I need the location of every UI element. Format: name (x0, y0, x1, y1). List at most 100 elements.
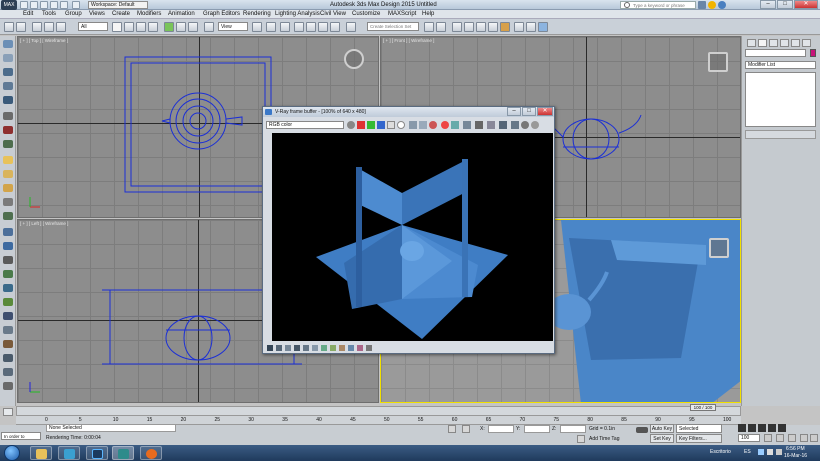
tool-icon-3[interactable] (3, 68, 13, 76)
undo-icon[interactable] (50, 1, 58, 9)
menu-customize[interactable]: Customize (352, 10, 380, 19)
display-tab-icon[interactable] (791, 39, 800, 47)
previous-frame-icon[interactable] (748, 424, 756, 432)
modifier-stack[interactable] (745, 72, 816, 127)
auto-key-button[interactable]: Auto Key (650, 424, 674, 433)
vfb-channel-dropdown[interactable]: RGB color (266, 121, 344, 129)
tool-icon-18[interactable] (3, 284, 13, 292)
viewport-left-label[interactable]: [ + ] [ Left ] [ Wireframe ] (20, 221, 68, 226)
rectangular-selection-icon[interactable] (136, 22, 146, 32)
menu-create[interactable]: Create (112, 10, 130, 19)
motion-tab-icon[interactable] (780, 39, 789, 47)
move-icon[interactable] (164, 22, 174, 32)
minimize-button[interactable]: – (760, 0, 776, 9)
vfb-region-icon[interactable] (463, 121, 471, 129)
close-button[interactable]: ✕ (794, 0, 818, 9)
tool-icon-17[interactable] (3, 270, 13, 278)
menu-graph-editors[interactable]: Graph Editors (203, 10, 240, 19)
vfb-minimize-button[interactable]: – (507, 107, 521, 116)
select-manipulate-icon[interactable] (266, 22, 276, 32)
rotate-icon[interactable] (176, 22, 186, 32)
render-setup-icon[interactable] (514, 22, 524, 32)
pivot-center-icon[interactable] (252, 22, 262, 32)
tool-icon-22[interactable] (3, 340, 13, 348)
go-to-end-icon[interactable] (778, 424, 786, 432)
viewport-front-label[interactable]: [ + ] [ Front ] [ Wireframe ] (383, 38, 434, 43)
vray-frame-buffer-window[interactable]: V-Ray frame buffer - [100% of 640 x 480]… (262, 106, 555, 354)
snaps-toggle-icon[interactable] (294, 22, 304, 32)
tray-icon-1[interactable] (758, 449, 764, 455)
schematic-view-icon[interactable] (488, 22, 498, 32)
tray-network-icon[interactable] (767, 449, 773, 455)
play-icon[interactable] (758, 424, 766, 432)
select-by-name-icon[interactable] (124, 22, 134, 32)
key-selection-dropdown[interactable]: Selected (676, 424, 722, 433)
time-config-icon[interactable] (764, 434, 772, 442)
start-button[interactable] (4, 445, 20, 461)
hierarchy-tab-icon[interactable] (769, 39, 778, 47)
clock-time[interactable]: 6:56 PM (786, 446, 805, 452)
tool-icon-8[interactable] (3, 140, 13, 148)
taskbar-photoshop-button[interactable] (86, 446, 108, 460)
tool-icon-10[interactable] (3, 170, 13, 178)
vfb-render-image[interactable] (272, 133, 553, 341)
menu-maxscript[interactable]: MAXScript (388, 10, 416, 19)
menu-help[interactable]: Help (422, 10, 434, 19)
material-editor-icon[interactable] (500, 22, 510, 32)
render-production-icon[interactable] (538, 22, 548, 32)
taskbar-3dsmax-button[interactable] (112, 446, 134, 460)
vfb-mono-icon[interactable] (397, 121, 405, 129)
save-file-icon[interactable] (40, 1, 48, 9)
modifier-list-dropdown[interactable]: Modifier List (745, 61, 816, 69)
absolute-mode-icon[interactable] (462, 425, 470, 433)
current-frame-field[interactable]: 100 (738, 434, 760, 442)
application-menu-button[interactable]: MAX (1, 0, 17, 10)
tool-icon-21[interactable] (3, 326, 13, 334)
next-frame-icon[interactable] (768, 424, 776, 432)
spinner-snap-icon[interactable] (330, 22, 340, 32)
key-filters-button[interactable]: Key Filters... (676, 434, 722, 443)
vfb-color-corrections-icon[interactable] (499, 121, 507, 129)
search-input[interactable]: Type a keyword or phrase (620, 1, 696, 9)
window-crossing-icon[interactable] (148, 22, 158, 32)
layer-manager-icon[interactable] (452, 22, 462, 32)
trackbar-toggle-icon[interactable] (3, 408, 13, 416)
select-link-icon[interactable] (32, 22, 42, 32)
viewport-top-label[interactable]: [ + ] [ Top ] [ Wireframe ] (20, 38, 68, 43)
undo-icon[interactable] (4, 22, 14, 32)
new-file-icon[interactable] (20, 1, 28, 9)
tool-icon-5[interactable] (3, 96, 13, 104)
maximize-button[interactable]: □ (777, 0, 793, 9)
menu-group[interactable]: Group (65, 10, 82, 19)
unlink-icon[interactable] (44, 22, 54, 32)
favorites-icon[interactable] (708, 1, 716, 9)
desktop-toolbar-label[interactable]: Escritorio (710, 449, 731, 455)
viewcube-icon[interactable] (344, 49, 364, 69)
menu-lighting-analysis[interactable]: Lighting Analysis (275, 10, 320, 19)
rendered-frame-window-icon[interactable] (526, 22, 536, 32)
vfb-green-channel-icon[interactable] (367, 121, 375, 129)
tool-icon-2[interactable] (3, 54, 13, 62)
selection-filter-dropdown[interactable]: All (78, 22, 108, 31)
set-key-mode-icon[interactable] (636, 427, 648, 433)
vfb-stop-icon[interactable] (441, 121, 449, 129)
go-to-start-icon[interactable] (738, 424, 746, 432)
taskbar-explorer-button[interactable] (30, 446, 52, 460)
create-tab-icon[interactable] (747, 39, 756, 47)
y-coord-field[interactable] (524, 425, 550, 433)
menu-animation[interactable]: Animation (168, 10, 195, 19)
tool-icon-11[interactable] (3, 184, 13, 192)
graphite-ribbon-icon[interactable] (464, 22, 474, 32)
vfb-render-icon[interactable] (521, 121, 529, 129)
z-coord-field[interactable] (560, 425, 586, 433)
tool-icon-14[interactable] (3, 228, 13, 236)
tool-icon-12[interactable] (3, 198, 13, 206)
viewcube-perspective-icon[interactable] (709, 238, 729, 258)
communication-center-icon[interactable] (698, 1, 706, 9)
select-object-icon[interactable] (112, 22, 122, 32)
select-place-icon[interactable] (204, 22, 214, 32)
bind-space-warp-icon[interactable] (56, 22, 66, 32)
edit-named-selection-icon[interactable] (346, 22, 356, 32)
mirror-icon[interactable] (424, 22, 434, 32)
object-color-swatch[interactable] (810, 49, 816, 57)
